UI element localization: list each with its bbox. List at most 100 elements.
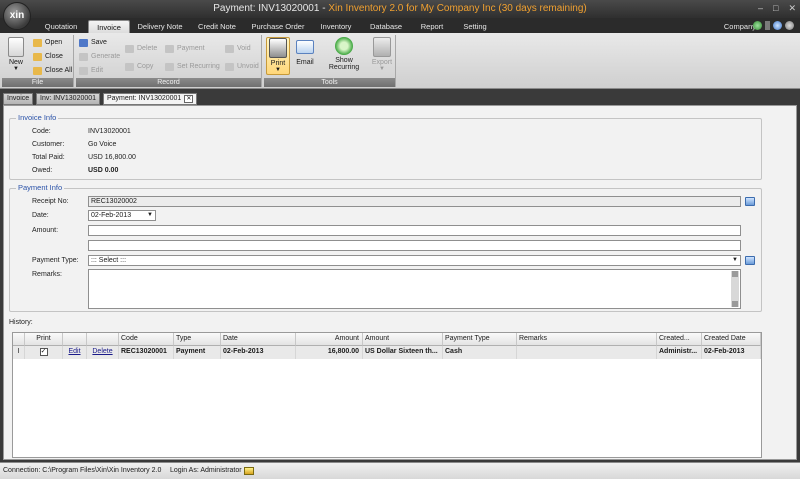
chevron-down-icon[interactable] [765,21,770,30]
table-header-amount-words[interactable]: Amount [363,333,443,346]
close-icon[interactable]: ✕ [788,3,796,14]
receipt-lookup-icon[interactable] [745,197,755,206]
print-button[interactable]: Print ▼ [266,37,290,75]
remarks-scrollbar[interactable] [731,271,739,307]
print-checkbox[interactable]: ✓ [39,348,48,356]
row-remarks [517,346,657,359]
table-header-delete [87,333,119,346]
dropdown-arrow-icon: ▼ [379,66,385,72]
doc-tab-payment[interactable]: Payment: INV13020001 ✕ [103,93,198,105]
settings-icon[interactable] [785,21,794,30]
export-button[interactable]: Export ▼ [370,37,394,75]
edit-button[interactable]: Edit [78,65,103,77]
logout-icon[interactable] [244,467,254,475]
doc-tab-inv[interactable]: Inv: INV13020001 [36,93,101,105]
payment-type-lookup-icon[interactable] [745,256,755,265]
close-tab-icon[interactable]: ✕ [184,95,194,103]
maximize-icon[interactable]: □ [773,3,778,14]
table-header-code[interactable]: Code [119,333,174,346]
tab-credit-note[interactable]: Credit Note [192,20,242,33]
folder-close-icon [33,53,42,61]
unvoid-button[interactable]: Unvoid [224,61,259,73]
table-header-amount[interactable]: Amount [296,333,363,346]
scroll-up-icon[interactable] [732,271,738,277]
printer-icon [269,38,287,58]
globe-icon[interactable] [753,21,762,30]
table-header-type[interactable]: Type [174,333,221,346]
app-menu-orb[interactable]: xin [3,2,31,30]
company-menu[interactable]: Company [724,20,756,33]
menu-bar: Quotation Invoice Delivery Note Credit N… [0,18,800,33]
open-button-label: Open [45,39,63,46]
amount-field[interactable] [88,225,741,236]
void-button-label: Void [237,45,251,52]
delete-icon [125,45,134,53]
tab-report[interactable]: Report [414,20,450,33]
owed-label: Owed: [32,167,53,174]
table-header-created-date[interactable]: Created Date [702,333,761,346]
table-header-created-by[interactable]: Created... [657,333,702,346]
help-icon[interactable] [773,21,782,30]
owed-value: USD 0.00 [88,167,119,174]
delete-button[interactable]: Delete [124,43,157,55]
chevron-down-icon[interactable]: ▼ [147,211,153,220]
tab-setting[interactable]: Setting [456,20,494,33]
row-edit-link[interactable]: Edit [63,346,87,359]
total-paid-value: USD 16,800.00 [88,154,136,161]
close-button-label: Close [45,53,63,60]
open-button[interactable]: Open [32,37,62,49]
date-label: Date: [32,212,49,219]
amount-words-field[interactable] [88,240,741,251]
tab-purchase-order[interactable]: Purchase Order [248,20,308,33]
generate-button[interactable]: Generate [78,51,120,63]
unvoid-icon [225,63,234,71]
new-button[interactable]: New ▼ [4,37,28,75]
payment-button[interactable]: Payment [164,43,205,55]
table-header-date[interactable]: Date [221,333,296,346]
tab-quotation[interactable]: Quotation [36,20,86,33]
close-all-button[interactable]: Close All [32,65,72,77]
set-recurring-button[interactable]: Set Recurring [164,61,220,73]
scroll-down-icon[interactable] [732,301,738,307]
copy-button-label: Copy [137,63,154,70]
receipt-label: Receipt No: [32,198,69,205]
minimize-icon[interactable]: – [758,3,763,14]
dropdown-arrow-icon: ▼ [275,67,281,73]
table-header-payment-type[interactable]: Payment Type [443,333,517,346]
save-button-label: Save [91,39,107,46]
unvoid-button-label: Unvoid [237,63,259,70]
invoice-info-panel: Invoice Info Code: INV13020001 Customer:… [9,113,762,180]
copy-button[interactable]: Copy [124,61,153,73]
tab-delivery-note[interactable]: Delivery Note [132,20,188,33]
folder-icon [33,39,42,47]
email-button[interactable]: Email [292,37,318,75]
show-recurring-button[interactable]: Show Recurring [320,37,368,75]
payment-type-select[interactable]: ::: Select ::: ▼ [88,255,741,266]
table-header-print[interactable]: Print [25,333,63,346]
tools-group-label: Tools [264,78,395,87]
table-header-marker [13,333,25,346]
save-button[interactable]: Save [78,37,107,49]
payment-form: Invoice Info Code: INV13020001 Customer:… [3,105,797,460]
menu-icons [753,21,794,30]
close-button[interactable]: Close [32,51,63,63]
row-amount-words: US Dollar Sixteen th... [363,346,443,359]
document-tabs: Invoice Inv: INV13020001 Payment: INV130… [0,93,800,105]
doc-tab-payment-label: Payment: INV13020001 [107,95,182,102]
tab-invoice[interactable]: Invoice [88,20,130,33]
close-all-button-label: Close All [45,67,73,74]
tab-database[interactable]: Database [364,20,408,33]
table-row[interactable]: I ✓ Edit Delete REC13020001 Payment 02-F… [13,346,761,359]
chevron-down-icon[interactable]: ▼ [732,256,738,265]
delete-button-label: Delete [137,45,158,52]
doc-tab-invoice[interactable]: Invoice [3,93,34,105]
date-picker[interactable]: 02-Feb-2013 ▼ [88,210,156,221]
tab-inventory[interactable]: Inventory [314,20,358,33]
row-delete-link[interactable]: Delete [87,346,119,359]
file-group-label: File [2,78,73,87]
new-document-icon [8,37,24,57]
remarks-textarea[interactable] [88,269,741,309]
receipt-field[interactable]: REC13020002 [88,196,741,207]
table-header-remarks[interactable]: Remarks [517,333,657,346]
void-button[interactable]: Void [224,43,251,55]
